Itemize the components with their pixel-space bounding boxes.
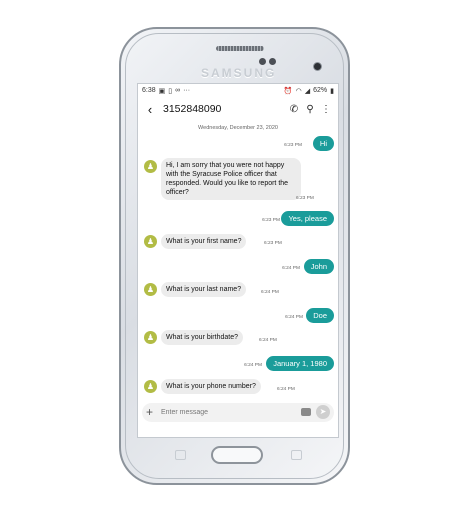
message-time: 6:23 PM xyxy=(262,218,280,223)
battery-icon: ▮ xyxy=(330,87,334,95)
outgoing-bubble[interactable]: Hi xyxy=(312,136,334,151)
message-time: 6:23 PM xyxy=(296,196,314,201)
home-button[interactable] xyxy=(211,446,263,464)
wifi-icon: ◠ xyxy=(295,87,302,95)
incoming-bubble[interactable]: What is your birthdate? xyxy=(161,330,243,345)
incoming-bubble[interactable]: Hi, I am sorry that you were not happy w… xyxy=(161,158,301,200)
phone-icon[interactable]: ✆ xyxy=(286,104,302,115)
screen: 6:38 ▣ ▯ ∞ ··· ⏰ ◠ ◢ 62% ▮ ‹ 3152848090 … xyxy=(137,83,339,438)
proximity-sensor xyxy=(259,58,266,65)
message-time: 6:24 PM xyxy=(282,266,300,271)
brand-logo: SAMSUNG xyxy=(201,66,277,80)
composer: + ➤ xyxy=(138,399,338,425)
outgoing-bubble[interactable]: Doe xyxy=(306,308,334,323)
composer-box: + ➤ xyxy=(142,402,334,422)
message-time: 6:24 PM xyxy=(261,290,279,295)
sticker-icon[interactable] xyxy=(301,408,311,416)
avatar-icon[interactable]: ♟ xyxy=(144,380,157,393)
message-time: 6:23 PM xyxy=(284,143,302,148)
message-time: 6:24 PM xyxy=(259,338,277,343)
more-icon: ··· xyxy=(183,87,191,94)
outgoing-bubble[interactable]: January 1, 1980 xyxy=(266,356,334,371)
search-icon[interactable]: ⚲ xyxy=(302,104,318,115)
light-sensor xyxy=(269,58,276,65)
avatar-icon[interactable]: ♟ xyxy=(144,160,157,173)
back-arrow-icon[interactable]: ‹ xyxy=(142,102,158,117)
status-bar: 6:38 ▣ ▯ ∞ ··· ⏰ ◠ ◢ 62% ▮ xyxy=(138,84,338,97)
outgoing-bubble[interactable]: John xyxy=(303,259,334,274)
earpiece-speaker xyxy=(216,46,264,51)
message-input[interactable] xyxy=(158,408,301,416)
message-time: 6:23 PM xyxy=(264,241,282,246)
contact-number[interactable]: 3152848090 xyxy=(158,103,286,115)
incoming-bubble[interactable]: What is your phone number? xyxy=(161,379,261,394)
back-key[interactable] xyxy=(291,450,302,460)
incoming-bubble[interactable]: What is your first name? xyxy=(161,234,247,249)
incoming-bubble[interactable]: What is your last name? xyxy=(161,282,247,297)
message-time: 6:24 PM xyxy=(285,315,303,320)
message-time: 6:24 PM xyxy=(277,387,295,392)
avatar-icon[interactable]: ♟ xyxy=(144,283,157,296)
date-separator: Wednesday, December 23, 2020 xyxy=(198,125,278,131)
signal-icon: ◢ xyxy=(304,87,311,95)
phone-body: SAMSUNG 6:38 ▣ ▯ ∞ ··· ⏰ ◠ ◢ 62% ▮ ‹ 315… xyxy=(119,27,350,485)
image-icon: ▣ xyxy=(158,87,166,95)
recent-apps-key[interactable] xyxy=(175,450,186,460)
voicemail-icon: ∞ xyxy=(175,87,181,94)
alarm-icon: ⏰ xyxy=(283,87,293,95)
avatar-icon[interactable]: ♟ xyxy=(144,331,157,344)
more-vert-icon[interactable]: ⋮ xyxy=(318,104,334,115)
status-time: 6:38 xyxy=(142,87,156,94)
plus-icon[interactable]: + xyxy=(146,405,158,419)
send-icon[interactable]: ➤ xyxy=(316,405,330,419)
outgoing-bubble[interactable]: Yes, please xyxy=(281,211,334,226)
sim-icon: ▯ xyxy=(168,87,173,95)
front-camera xyxy=(313,62,322,71)
conversation-header: ‹ 3152848090 ✆ ⚲ ⋮ xyxy=(138,97,338,121)
avatar-icon[interactable]: ♟ xyxy=(144,235,157,248)
battery-percent: 62% xyxy=(313,87,328,94)
message-time: 6:24 PM xyxy=(244,363,262,368)
